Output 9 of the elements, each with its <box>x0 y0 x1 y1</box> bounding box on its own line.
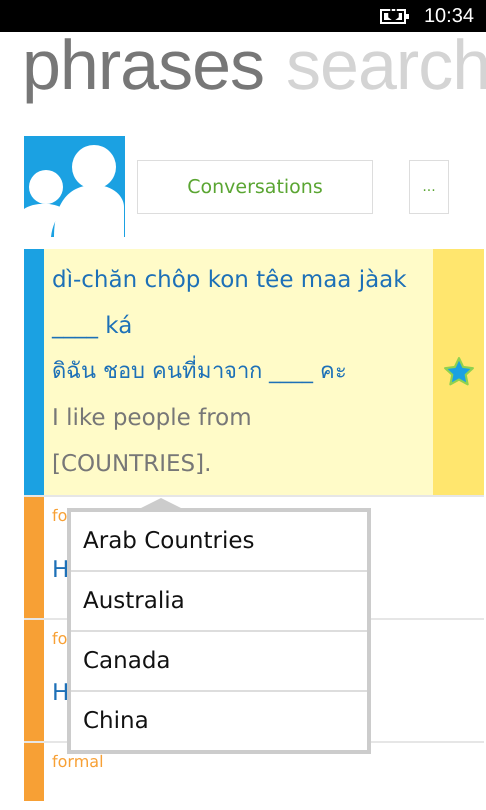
register-label: fo <box>52 628 68 650</box>
english-text: I like people from [COUNTRIES]. <box>52 404 253 479</box>
thai-text: ดิฉัน ชอบ คนที่มาจาก ____ คะ <box>52 349 347 395</box>
register-label: formal <box>52 751 104 773</box>
transliteration-text: dì-chăn chôp kon têe maa jàak ____ ká <box>52 266 408 341</box>
clock-time: 10:34 <box>424 4 474 28</box>
phrase-text: H <box>52 679 70 708</box>
register-label: fo <box>52 505 68 527</box>
phrase-text: H <box>52 556 70 585</box>
